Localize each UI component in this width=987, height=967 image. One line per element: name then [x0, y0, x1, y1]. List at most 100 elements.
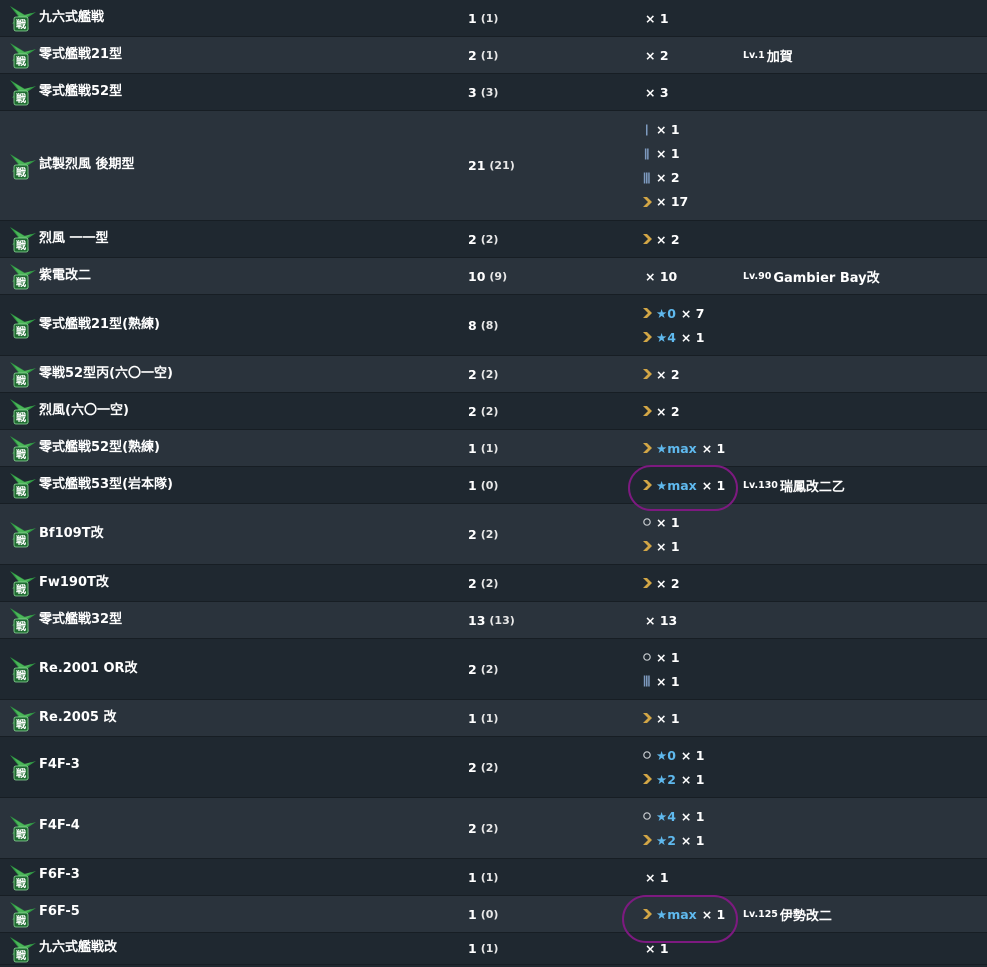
name-cell: 戦 Re.2005 改 [8, 700, 116, 736]
owner-cell [743, 0, 745, 36]
total-count: 1 [468, 869, 477, 885]
fighter-plane-icon: 戦 [10, 755, 36, 781]
proficiency-circle-icon [643, 653, 651, 661]
name-cell: 戦 F6F-3 [8, 859, 80, 895]
equipment-name: 零式艦戦53型(岩本隊) [39, 476, 173, 492]
svg-text:戦: 戦 [16, 877, 27, 890]
proficiency-line: × 1 [641, 142, 688, 166]
proficiency-cell: × 1 × 1 [641, 504, 680, 564]
fighter-plane-icon: 戦 [10, 657, 36, 683]
proficiency-circle-icon [643, 751, 651, 759]
unequipped-count: (1) [480, 11, 499, 25]
proficiency-line: ★0 × 7 [641, 301, 704, 325]
unequipped-count: (9) [489, 269, 508, 283]
improvement-star: ★2 [656, 832, 676, 848]
total-count: 2 [468, 661, 477, 677]
name-cell: 戦 F4F-4 [8, 798, 80, 858]
proficiency-line: × 2 [641, 227, 680, 251]
unequipped-count: (3) [480, 85, 499, 99]
unequipped-count: (0) [480, 907, 499, 921]
table-row: 戦 烈風 一一型 2 (2) × 2 [0, 221, 987, 258]
proficiency-line: × 1 [641, 706, 680, 730]
equipment-name: 試製烈風 後期型 [39, 157, 135, 172]
owner-cell [743, 295, 745, 355]
name-cell: 戦 零戦52型丙(六〇一空) [8, 356, 173, 392]
table-row: 戦 零式艦戦21型(熟練) 8 (8) ★0 × 7 ★4 × 1 [0, 295, 987, 356]
svg-text:戦: 戦 [16, 914, 27, 927]
equipment-name: Fw190T改 [39, 574, 109, 590]
proficiency-cell: × 1 [641, 859, 669, 895]
owner-cell: Lv.125 伊勢改二 [743, 896, 832, 932]
owner-level: Lv.90 [743, 270, 772, 282]
unequipped-count: (2) [480, 527, 499, 541]
total-count: 13 [468, 612, 486, 628]
count-cell: 1 (0) [468, 896, 498, 932]
unequipped-count: (1) [480, 870, 499, 884]
proficiency-line: × 1 [641, 865, 669, 889]
table-row: 戦 零式艦戦52型(熟練) 1 (1) ★max × 1 [0, 430, 987, 467]
proficiency-cell: × 3 [641, 74, 669, 110]
equipment-name: Re.2005 改 [39, 709, 117, 725]
proficiency-bar-3-icon [643, 172, 650, 183]
quantity: × 1 [656, 538, 680, 554]
quantity: × 1 [701, 906, 726, 922]
owner-cell: Lv.1 加賀 [743, 37, 793, 73]
quantity: × 2 [656, 231, 680, 247]
proficiency-circle-icon [643, 812, 651, 820]
svg-text:戦: 戦 [16, 767, 27, 780]
equipment-name: 零式艦戦21型 [39, 46, 123, 62]
improvement-star: ★0 [656, 305, 676, 321]
total-count: 1 [468, 710, 477, 726]
proficiency-cell: ★max × 1 [641, 896, 725, 932]
quantity: × 1 [680, 771, 705, 787]
proficiency-chevron-icon [643, 443, 652, 453]
table-row: 戦 F6F-3 1 (1) × 1 [0, 859, 987, 896]
count-cell: 2 (2) [468, 798, 498, 858]
proficiency-line: ★0 × 1 [641, 743, 704, 767]
proficiency-cell: ★0 × 7 ★4 × 1 [641, 295, 704, 355]
total-count: 2 [468, 526, 477, 542]
table-row: 戦 F4F-4 2 (2) ★4 × 1 ★2 × 1 [0, 798, 987, 859]
proficiency-cell: × 2 [641, 37, 669, 73]
table-row: 戦 Re.2001 OR改 2 (2) × 1 × 1 [0, 639, 987, 700]
equipment-name: F6F-5 [39, 903, 80, 919]
owner-cell [743, 111, 745, 220]
table-row: 戦 零戦52型丙(六〇一空) 2 (2) × 2 [0, 356, 987, 393]
proficiency-line: × 1 [641, 937, 669, 961]
name-cell: 戦 零式艦戦52型 [8, 74, 122, 110]
fighter-plane-icon: 戦 [10, 608, 36, 634]
svg-text:戦: 戦 [16, 583, 27, 596]
name-cell: 戦 Bf109T改 [8, 504, 104, 564]
name-cell: 戦 Re.2001 OR改 [8, 639, 138, 699]
table-row: 戦 九六式艦戦 1 (1) × 1 [0, 0, 987, 37]
owner-level: Lv.130 [743, 479, 778, 491]
proficiency-line: × 2 [641, 399, 680, 423]
total-count: 2 [468, 231, 477, 247]
name-cell: 戦 Fw190T改 [8, 565, 109, 601]
total-count: 2 [468, 403, 477, 419]
proficiency-line: × 17 [641, 190, 688, 214]
proficiency-line: × 1 [641, 669, 680, 693]
proficiency-line: ★max × 1 [641, 473, 725, 497]
fighter-plane-icon: 戦 [10, 313, 36, 339]
count-cell: 1 (1) [468, 700, 498, 736]
table-row: 戦 試製烈風 後期型 21 (21) × 1 × 1 × 2 × 17 [0, 111, 987, 221]
unequipped-count: (2) [480, 367, 499, 381]
proficiency-line: × 1 [641, 534, 680, 558]
improvement-star: ★max [656, 477, 697, 493]
proficiency-line: × 2 [641, 43, 669, 67]
table-row: 戦 九六式艦戦改 1 (1) × 1 [0, 933, 987, 965]
total-count: 3 [468, 84, 477, 100]
count-cell: 2 (2) [468, 221, 498, 257]
svg-text:戦: 戦 [16, 325, 27, 338]
proficiency-cell: × 1 × 1 [641, 639, 680, 699]
quantity: × 1 [656, 710, 680, 726]
svg-text:戦: 戦 [16, 620, 27, 633]
proficiency-cell: ★max × 1 [641, 467, 725, 503]
proficiency-chevron-icon [643, 369, 652, 379]
proficiency-line: × 3 [641, 80, 669, 104]
proficiency-circle-icon [643, 518, 651, 526]
fighter-plane-icon: 戦 [10, 6, 36, 32]
owner-ship-name: 伊勢改二 [779, 908, 832, 924]
quantity: × 10 [645, 268, 678, 284]
